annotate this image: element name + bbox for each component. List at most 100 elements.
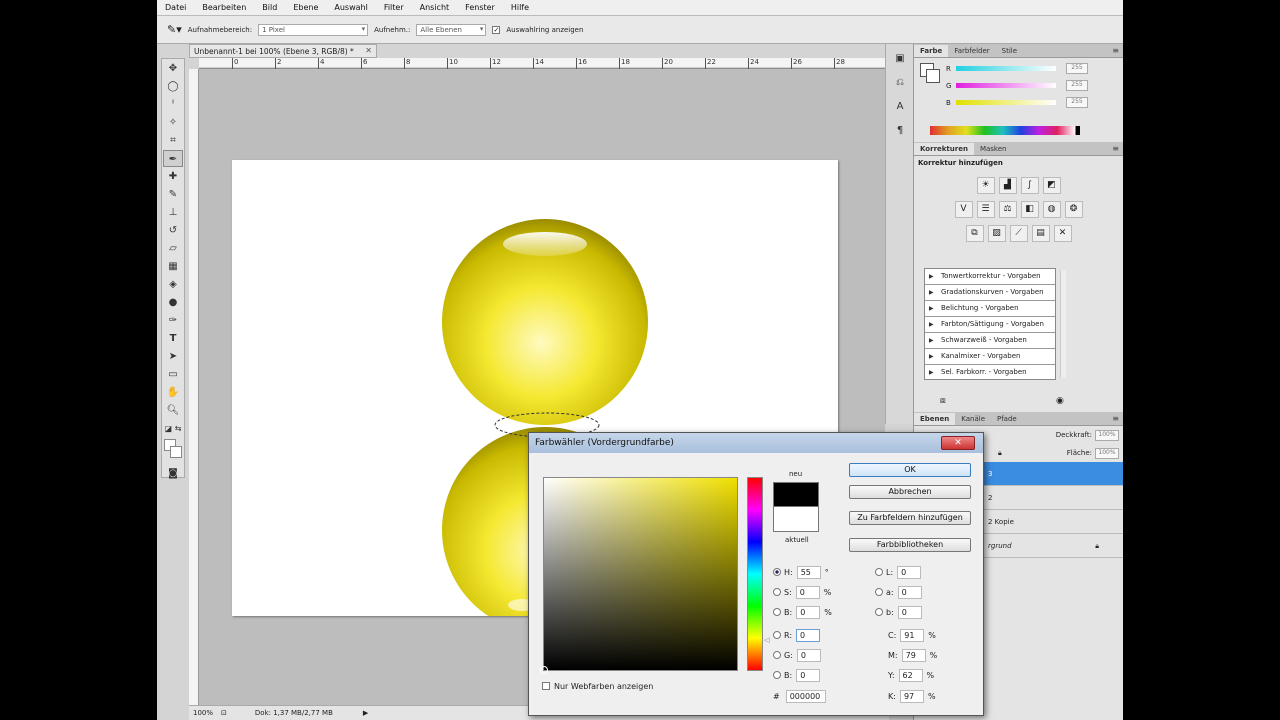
tab-adjustments[interactable]: Korrekturen [914,143,974,155]
levels-icon[interactable]: ▟ [998,177,1017,194]
channel-slider[interactable] [956,83,1056,88]
brush-tool-icon[interactable]: ✎ [163,186,183,203]
clip-to-layer-icon[interactable]: ⧈ [940,396,946,406]
tab-channels[interactable]: Kanäle [955,413,991,425]
move-tool-icon[interactable]: ✥ [163,60,183,77]
type-tool-icon[interactable]: T [163,330,183,347]
menu-file[interactable]: Datei [157,3,194,12]
blur-tool-icon[interactable]: ◈ [163,276,183,293]
color-libraries-button[interactable]: Farbbibliotheken [849,538,971,552]
hue-saturation-icon[interactable]: ☰ [976,201,995,218]
input-hex[interactable]: 000000 [785,689,826,703]
input-b-rgb[interactable]: 0 [796,668,821,682]
dodge-tool-icon[interactable]: ● [163,294,183,311]
channel-value[interactable]: 255 [1066,80,1088,91]
document-tab[interactable]: Unbenannt-1 bei 100% (Ebene 3, RGB/8) * … [189,44,377,58]
radio-a[interactable] [875,588,883,596]
fill-input[interactable]: 100% [1095,447,1119,459]
input-h[interactable]: 55 [796,565,821,579]
menu-edit[interactable]: Bearbeiten [194,3,254,12]
invert-icon[interactable]: ⧉ [965,225,984,242]
zoom-tool-icon[interactable]: 🔍︎ [163,402,183,419]
history-icon[interactable]: ⎌ [890,74,910,92]
input-a[interactable]: 0 [897,585,922,599]
input-s[interactable]: 0 [795,585,820,599]
eyedropper-tool-icon[interactable]: ✒ [163,150,183,167]
preset-selective-color[interactable]: Sel. Farbkorr. - Vorgaben [925,365,1055,381]
preset-exposure[interactable]: Belichtung - Vorgaben [925,301,1055,317]
tab-color[interactable]: Farbe [914,45,949,57]
web-colors-checkbox[interactable] [542,682,550,690]
hand-tool-icon[interactable]: ✋ [163,384,183,401]
lock-icon[interactable]: 🔒︎ [998,449,1002,458]
channel-value[interactable]: 255 [1066,63,1088,74]
hue-slider-handle[interactable]: ◁ [764,636,769,644]
preset-hue-saturation[interactable]: Farbton/Sättigung - Vorgaben [925,317,1055,333]
sample-layers-select[interactable]: Alle Ebenen [416,23,487,36]
preset-levels[interactable]: Tonwertkorrektur - Vorgaben [925,269,1055,285]
color-field-cursor[interactable] [540,666,548,674]
foreground-background-swatch[interactable] [163,438,183,464]
saturation-brightness-field[interactable] [540,477,738,674]
channel-value[interactable]: 255 [1066,97,1088,108]
input-c[interactable]: 91 [900,628,925,642]
swap-colors-icon[interactable]: ◪ ⇆ [163,420,183,437]
tab-swatches[interactable]: Farbfelder [948,45,995,57]
marquee-tool-icon[interactable]: ◯ [163,78,183,95]
eyedropper-preset-icon[interactable]: ✎▾ [167,23,182,36]
brightness-contrast-icon[interactable]: ☀ [976,177,995,194]
preset-curves[interactable]: Gradationskurven - Vorgaben [925,285,1055,301]
status-info-icon[interactable]: ⊡ [221,709,227,717]
presets-scrollbar[interactable] [1060,270,1066,378]
menu-view[interactable]: Ansicht [412,3,458,12]
panel-menu-icon[interactable]: ≡ [1112,46,1119,55]
input-y[interactable]: 62 [898,668,923,682]
posterize-icon[interactable]: ▨ [987,225,1006,242]
zoom-level[interactable]: 100% [193,709,213,717]
gradient-map-icon[interactable]: ▤ [1031,225,1050,242]
channel-slider[interactable] [956,66,1056,71]
vibrance-icon[interactable]: V [954,201,973,218]
photo-filter-icon[interactable]: ◍ [1042,201,1061,218]
curves-icon[interactable]: ∫ [1020,177,1039,194]
radio-h[interactable] [773,568,781,576]
tab-masks[interactable]: Masken [974,143,1013,155]
color-balance-icon[interactable]: ⚖ [998,201,1017,218]
mini-bridge-icon[interactable]: ▣ [890,50,910,68]
close-document-icon[interactable]: ✕ [365,46,372,55]
channel-mixer-icon[interactable]: ❂ [1064,201,1083,218]
show-ring-checkbox[interactable]: ✓ [492,25,501,34]
radio-r[interactable] [773,631,781,639]
healing-brush-tool-icon[interactable]: ✚ [163,168,183,185]
menu-layer[interactable]: Ebene [285,3,326,12]
panel-menu-icon[interactable]: ≡ [1112,144,1119,153]
shape-tool-icon[interactable]: ▭ [163,366,183,383]
radio-s[interactable] [773,588,781,596]
threshold-icon[interactable]: ⟋ [1009,225,1028,242]
paragraph-icon[interactable]: ¶ [890,122,910,140]
preset-channel-mixer[interactable]: Kanalmixer - Vorgaben [925,349,1055,365]
input-b-lab[interactable]: 0 [897,605,922,619]
menu-help[interactable]: Hilfe [503,3,537,12]
stamp-tool-icon[interactable]: ⊥ [163,204,183,221]
opacity-input[interactable]: 100% [1095,429,1119,441]
radio-g[interactable] [773,651,781,659]
channel-slider[interactable] [956,100,1056,105]
black-white-icon[interactable]: ◧ [1020,201,1039,218]
input-l[interactable]: 0 [897,565,922,579]
quick-mask-icon[interactable]: ◙ [163,465,183,482]
quick-select-tool-icon[interactable]: ✧ [163,114,183,131]
menu-filter[interactable]: Filter [376,3,412,12]
exposure-icon[interactable]: ◩ [1042,177,1061,194]
add-to-swatches-button[interactable]: Zu Farbfeldern hinzufügen [849,511,971,525]
tab-paths[interactable]: Pfade [991,413,1023,425]
status-menu-arrow-icon[interactable]: ▶ [363,709,368,717]
color-spectrum-bar[interactable] [930,126,1080,135]
selective-color-icon[interactable]: ✕ [1053,225,1072,242]
history-brush-tool-icon[interactable]: ↺ [163,222,183,239]
input-g[interactable]: 0 [796,648,821,662]
menu-image[interactable]: Bild [254,3,285,12]
pen-tool-icon[interactable]: ✑ [163,312,183,329]
current-color-swatch[interactable] [773,507,819,532]
tab-styles[interactable]: Stile [996,45,1023,57]
